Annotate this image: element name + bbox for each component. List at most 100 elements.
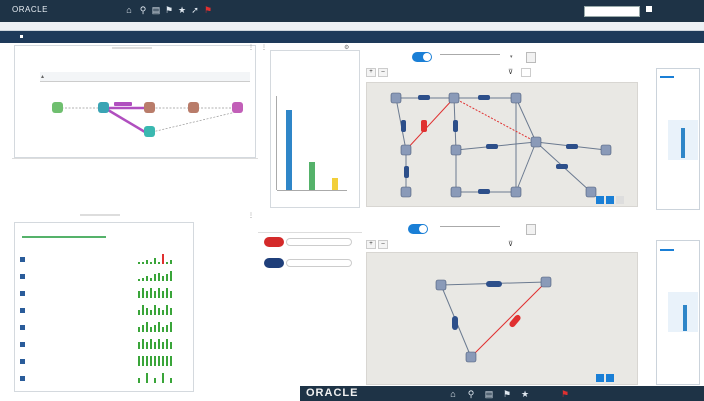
legend-blue-label[interactable] [286, 259, 352, 267]
app-brand[interactable]: ORACLE [12, 5, 48, 14]
list-menu-icon[interactable]: ⋮ [248, 212, 254, 219]
list-item[interactable] [20, 269, 190, 286]
menu-dot-icon[interactable] [20, 35, 23, 38]
zoom-in-button[interactable]: + [366, 68, 376, 77]
zoom-in-button-2[interactable]: + [366, 240, 376, 249]
spark-bar [162, 290, 164, 298]
topology-diagram [52, 102, 243, 137]
filter-icon[interactable]: ⊽ [508, 68, 518, 77]
list-item[interactable] [20, 286, 190, 303]
select-field[interactable] [440, 54, 500, 55]
spark-bar [146, 276, 148, 281]
filter-icon-2[interactable]: ⊽ [508, 240, 513, 248]
search-input[interactable] [584, 6, 640, 17]
divider [12, 158, 258, 159]
network-edges-2 [435, 276, 552, 363]
grid-icon[interactable]: ▤ [484, 389, 494, 399]
zoom-out-button[interactable]: – [378, 68, 388, 77]
list-item[interactable] [20, 371, 190, 388]
home-icon[interactable]: ⌂ [124, 5, 134, 15]
home-icon[interactable]: ⌂ [448, 389, 458, 399]
spark-bar [154, 290, 156, 298]
layout-button-2[interactable] [606, 196, 614, 204]
layout-button-4[interactable] [596, 374, 604, 382]
spark-bar [138, 356, 140, 366]
flag-icon[interactable]: ⚑ [164, 5, 174, 15]
star-icon[interactable]: ★ [177, 5, 187, 15]
legend-red-pill [264, 237, 284, 247]
row-icon [20, 308, 25, 313]
spark-bar [146, 307, 148, 315]
detail-bar [681, 128, 685, 158]
panel-menu-icon[interactable]: ⋮ [261, 44, 267, 51]
list-item[interactable] [20, 337, 190, 354]
spark-bar [138, 341, 140, 349]
spark-bar [150, 310, 152, 315]
spark-bar [162, 254, 164, 264]
spark-bar [162, 310, 164, 315]
spark-bar [166, 288, 168, 298]
collapse-chevron-icon[interactable]: ▴ [41, 73, 44, 80]
zoom-out-button-2[interactable]: – [378, 240, 388, 249]
spark-bar [170, 378, 172, 383]
search-icon[interactable]: ⚲ [466, 389, 476, 399]
spark-bar [158, 262, 160, 264]
chart-bar[interactable] [285, 110, 292, 190]
flag-icon[interactable]: ⚑ [502, 389, 512, 399]
options-button[interactable] [526, 52, 536, 63]
spark-bar [154, 356, 156, 366]
layout-button-5[interactable] [606, 374, 614, 382]
spark-bar [154, 305, 156, 315]
spark-bar [138, 262, 140, 264]
flag-red-icon[interactable]: ⚑ [560, 389, 570, 399]
panel-settings-icon[interactable]: ⚙ [344, 44, 349, 51]
view-toggle[interactable] [412, 52, 432, 62]
spark-bar [150, 356, 152, 366]
row-icon [20, 376, 25, 381]
spark-bar [142, 356, 144, 366]
select-field-2[interactable] [440, 226, 500, 227]
list-item[interactable] [20, 303, 190, 320]
chart-bar[interactable] [332, 178, 339, 190]
list-item[interactable] [20, 252, 190, 269]
panel-menu-icon[interactable]: ⋮ [248, 44, 254, 51]
search-icon[interactable]: ⚲ [138, 5, 148, 15]
network-edges-1 [390, 92, 612, 198]
spark-bar [146, 290, 148, 298]
arrow-icon[interactable]: ➚ [190, 5, 200, 15]
layout-button-1[interactable] [596, 196, 604, 204]
spark-bar [142, 262, 144, 264]
spark-bar [146, 373, 148, 383]
spark-bar [158, 322, 160, 332]
flag-red-icon[interactable]: ⚑ [203, 5, 213, 15]
spark-bar [158, 288, 160, 298]
spark-bar [150, 339, 152, 349]
spark-bar [170, 260, 172, 264]
row-icon [20, 257, 25, 262]
chart-bar[interactable] [309, 161, 315, 190]
tab-overview[interactable] [660, 70, 674, 78]
fit-button[interactable] [521, 68, 531, 77]
sparkline [138, 339, 178, 349]
grid-icon[interactable]: ▤ [151, 5, 161, 15]
view-toggle-2[interactable] [408, 224, 428, 234]
layout-button-3[interactable] [616, 196, 624, 204]
list-item[interactable] [20, 354, 190, 371]
list-item[interactable] [20, 320, 190, 337]
dropdown-chevron-icon[interactable]: ▾ [510, 54, 513, 60]
spark-bar [162, 373, 164, 383]
legend-red-label[interactable] [286, 238, 352, 246]
secondary-toolbar [0, 22, 704, 31]
tab-overview-2[interactable] [660, 243, 674, 251]
topology-section-header[interactable] [40, 72, 250, 82]
spark-bar [146, 356, 148, 366]
spark-bar [154, 258, 156, 264]
detail-bar-2 [683, 305, 687, 331]
spark-bar [146, 260, 148, 264]
spark-bar [154, 274, 156, 281]
sparkline [138, 373, 178, 383]
user-menu[interactable] [646, 6, 655, 14]
star-icon[interactable]: ★ [520, 389, 530, 399]
options-button-2[interactable] [526, 224, 536, 235]
topology-node[interactable] [52, 102, 63, 113]
